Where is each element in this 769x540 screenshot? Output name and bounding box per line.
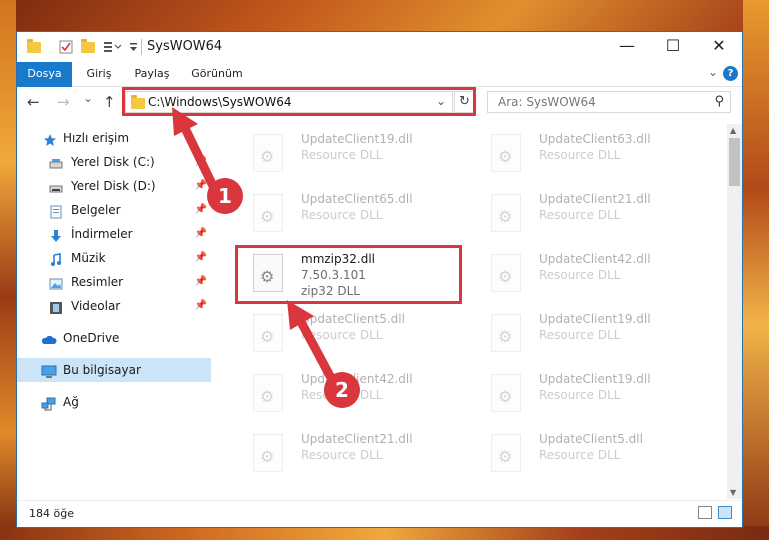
annotation-arrows xyxy=(172,107,335,381)
callout-badge-2: 2 xyxy=(324,372,360,408)
callout-badge-1: 1 xyxy=(207,178,243,214)
